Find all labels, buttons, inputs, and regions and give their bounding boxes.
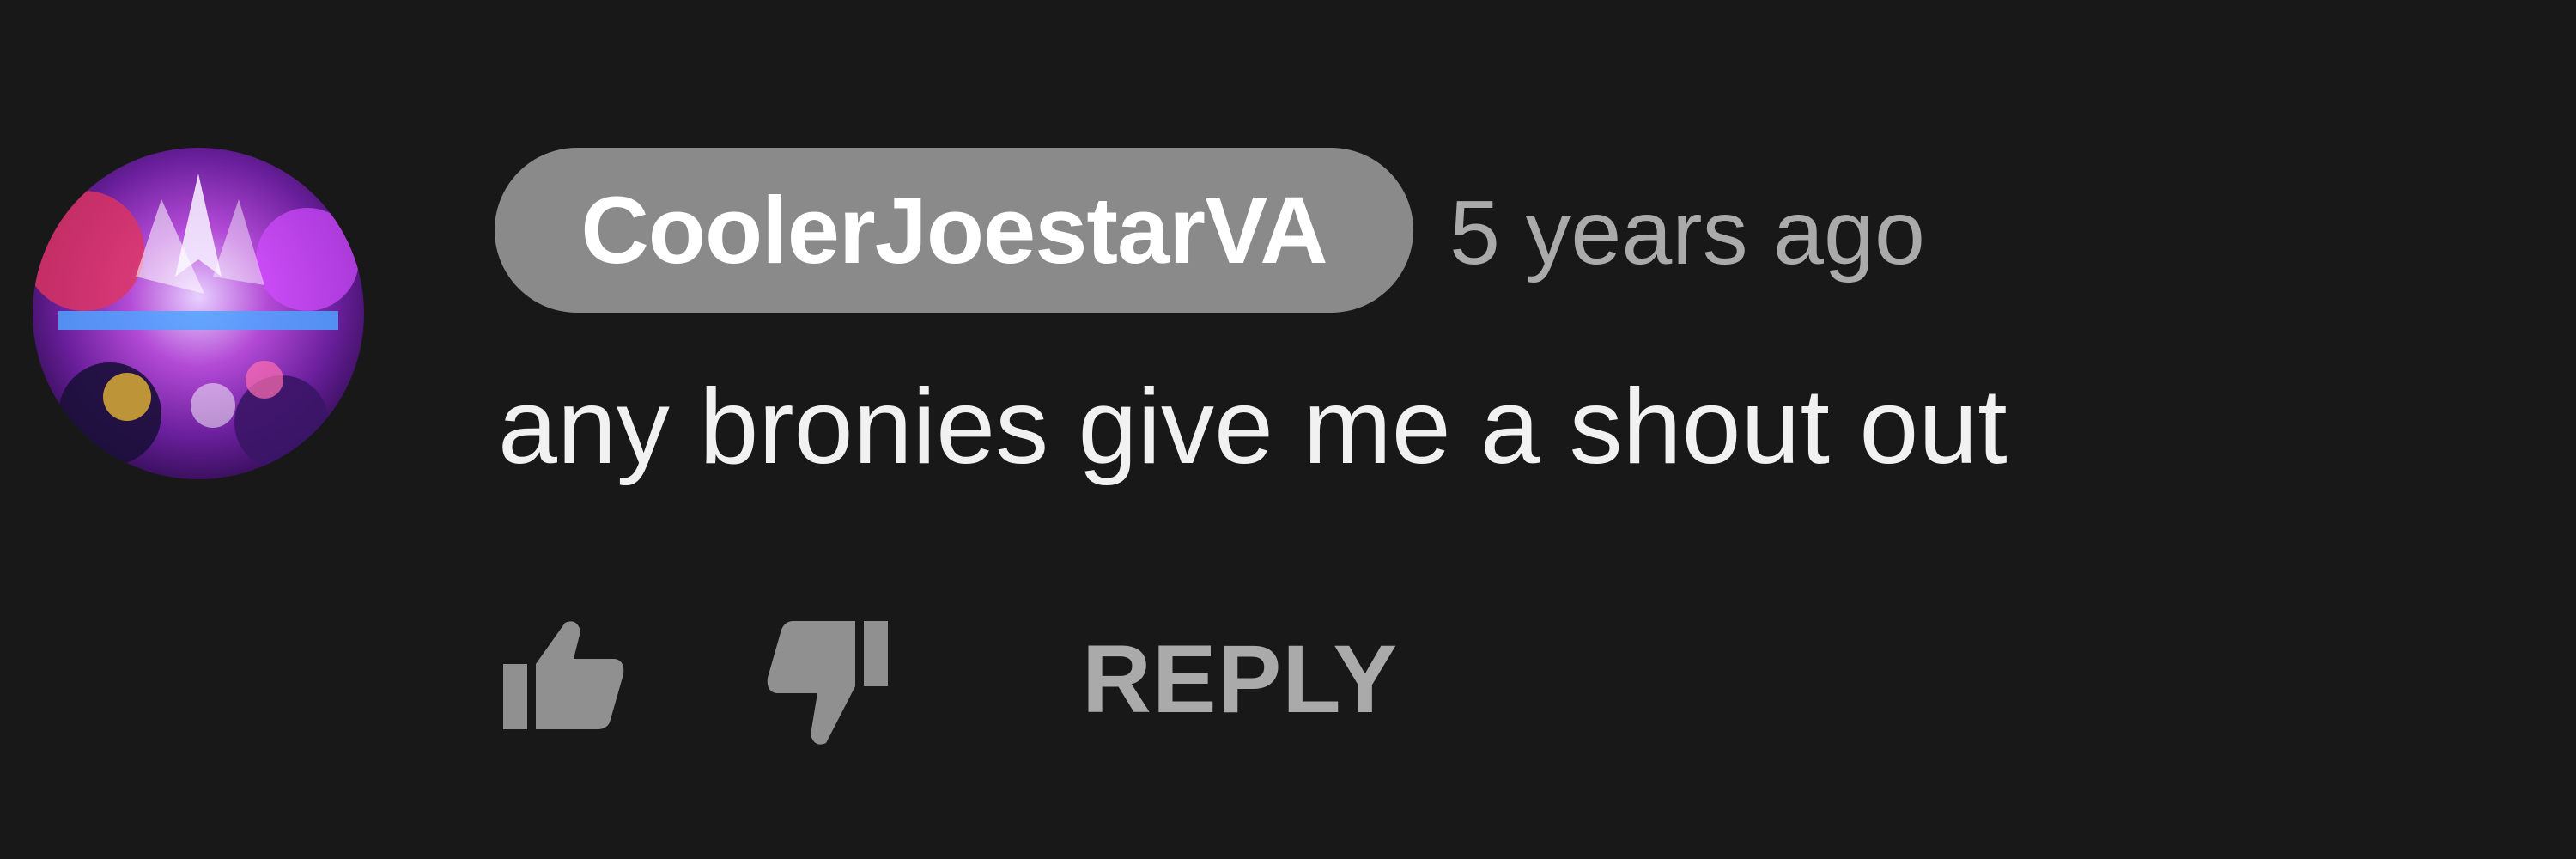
avatar[interactable] bbox=[33, 148, 364, 479]
author-name: CoolerJoestarVA bbox=[580, 177, 1327, 283]
comment-timestamp[interactable]: 5 years ago bbox=[1449, 168, 1925, 297]
avatar-image bbox=[33, 148, 364, 479]
dislike-button[interactable] bbox=[756, 610, 902, 756]
thumbs-up-icon bbox=[503, 621, 624, 729]
thumbs-down-icon bbox=[767, 621, 888, 745]
like-button[interactable] bbox=[489, 610, 635, 739]
author-badge[interactable]: CoolerJoestarVA bbox=[495, 148, 1413, 313]
comment-thread-item: CoolerJoestarVA 5 years ago any bronies … bbox=[0, 0, 2576, 859]
reply-button[interactable]: REPLY bbox=[1082, 614, 1398, 743]
comment-text: any bronies give me a shout out bbox=[498, 368, 2008, 486]
